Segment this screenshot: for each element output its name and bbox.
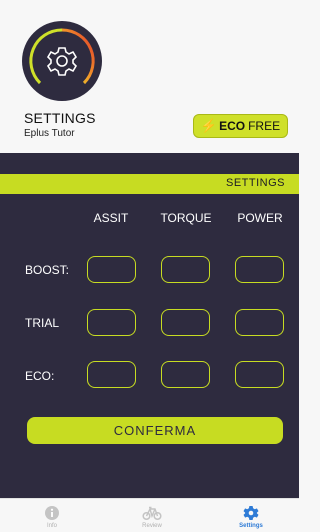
settings-logo [22,21,102,101]
row-label-eco: ECO: [25,369,55,383]
gear-icon [243,506,259,520]
bicycle-icon [142,506,162,521]
trial-power-field[interactable] [235,309,284,336]
page-title: SETTINGS [24,110,96,126]
section-label: SETTINGS [225,177,285,189]
bolt-icon: ⚡ [200,118,218,133]
tab-review-label: Review [142,523,162,529]
page-subtitle: Eplus Tutor [24,128,75,139]
boost-torque-field[interactable] [161,256,210,283]
column-header-torque: TORQUE [160,211,212,225]
row-label-boost: BOOST: [25,263,70,277]
header: SETTINGS Eplus Tutor ⚡ ECO FREE [0,0,299,153]
column-header-power: POWER [237,211,283,225]
tab-info-label: Info [46,523,57,529]
eco-power-field[interactable] [235,361,284,388]
section-header: SETTINGS [0,174,299,194]
settings-panel: SETTINGS ASSIT TORQUE POWER BOOST: TRIAL… [0,153,299,498]
eco-free-button[interactable]: ⚡ ECO FREE [193,114,288,138]
free-label: FREE [248,119,281,133]
tab-settings[interactable]: Settings [221,505,281,529]
info-icon [45,506,59,520]
tab-bar: Info Review Settings [0,498,299,532]
eco-torque-field[interactable] [161,361,210,388]
tab-review[interactable]: Review [122,505,182,529]
column-header-assit: ASSIT [93,211,129,225]
confirm-button[interactable]: CONFERMA [27,417,283,444]
tab-info[interactable]: Info [22,505,82,529]
row-label-trial: TRIAL [25,316,60,330]
gear-icon [29,28,95,85]
eco-assit-field[interactable] [87,361,136,388]
trial-assit-field[interactable] [87,309,136,336]
boost-power-field[interactable] [235,256,284,283]
eco-label: ECO [219,119,246,133]
boost-assit-field[interactable] [87,256,136,283]
trial-torque-field[interactable] [161,309,210,336]
tab-settings-label: Settings [239,523,263,529]
